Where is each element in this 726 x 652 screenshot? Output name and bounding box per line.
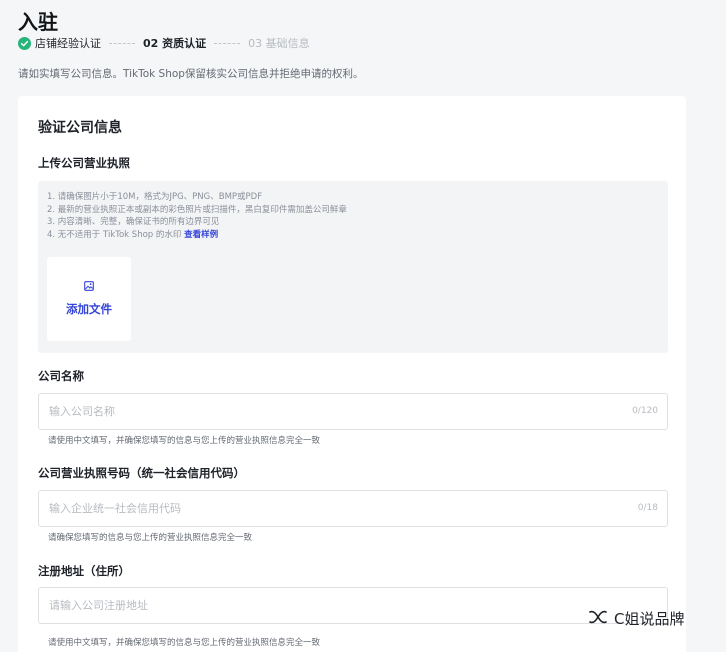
license-number-input[interactable] bbox=[49, 491, 609, 526]
upload-tip-text: 4. 无不适用于 TikTok Shop 的水印 bbox=[47, 229, 185, 240]
step-connector bbox=[109, 42, 135, 44]
upload-tip: 4. 无不适用于 TikTok Shop 的水印 查看样例 bbox=[47, 229, 347, 242]
upload-tip: 3. 内容清晰、完整，确保证书的所有边界可见 bbox=[47, 217, 220, 227]
step-connector bbox=[214, 42, 241, 44]
view-sample-link[interactable]: 查看样例 bbox=[184, 230, 218, 240]
address-label: 注册地址（住所） bbox=[38, 564, 130, 578]
step-label: 店铺经验认证 bbox=[35, 37, 101, 50]
license-upload-area: 1. 请确保图片小于10M，格式为JPG、PNG、BMP或PDF 2. 最新的营… bbox=[38, 181, 668, 353]
address-input[interactable] bbox=[49, 588, 609, 623]
upload-tips: 1. 请确保图片小于10M，格式为JPG、PNG、BMP或PDF 2. 最新的营… bbox=[47, 191, 347, 241]
address-field bbox=[38, 587, 668, 624]
add-file-button[interactable]: 添加文件 bbox=[47, 257, 131, 341]
intro-text: 请如实填写公司信息。TikTok Shop保留核实公司信息并拒绝申请的权利。 bbox=[18, 68, 364, 80]
char-counter: 0/120 bbox=[632, 406, 658, 416]
upload-tip: 2. 最新的营业执照正本或副本的彩色照片或扫描件，黑白复印件需加盖公司鲜章 bbox=[47, 204, 347, 215]
step-label: 03 基础信息 bbox=[248, 37, 310, 50]
page-title: 入驻 bbox=[18, 10, 58, 34]
watermark: C姐说品牌 bbox=[588, 608, 684, 629]
add-file-label: 添加文件 bbox=[66, 302, 112, 316]
license-number-field: 0/18 bbox=[38, 490, 668, 527]
company-name-field: 0/120 bbox=[38, 393, 668, 430]
step-label: 02 资质认证 bbox=[143, 37, 207, 50]
upload-tip: 1. 请确保图片小于10M，格式为JPG、PNG、BMP或PDF bbox=[47, 192, 263, 202]
license-number-hint: 请确保您填写的信息与您上传的营业执照信息完全一致 bbox=[48, 533, 253, 543]
company-name-input[interactable] bbox=[49, 394, 609, 429]
company-name-hint: 请使用中文填写，并确保您填写的信息与您上传的营业执照信息完全一致 bbox=[48, 436, 321, 446]
wechat-channel-icon bbox=[588, 609, 608, 629]
image-icon bbox=[84, 281, 94, 301]
watermark-text: C姐说品牌 bbox=[614, 610, 685, 628]
check-circle-icon bbox=[18, 36, 31, 50]
address-hint: 请使用中文填写，并确保您填写的信息与您上传的营业执照信息完全一致 bbox=[48, 638, 321, 648]
step-basic-info: 03 基础信息 bbox=[248, 35, 310, 51]
company-info-card: 验证公司信息 上传公司营业执照 1. 请确保图片小于10M，格式为JPG、PNG… bbox=[18, 96, 686, 652]
step-store-verification: 店铺经验认证 bbox=[18, 35, 101, 51]
step-qualification: 02 资质认证 bbox=[143, 35, 206, 51]
card-title: 验证公司信息 bbox=[38, 120, 122, 136]
char-counter: 0/18 bbox=[637, 503, 658, 513]
license-upload-label: 上传公司营业执照 bbox=[38, 156, 130, 170]
license-number-label: 公司营业执照号码（统一社会信用代码） bbox=[38, 466, 245, 480]
company-name-label: 公司名称 bbox=[38, 369, 84, 383]
step-indicator: 店铺经验认证 02 资质认证 03 基础信息 bbox=[18, 35, 310, 51]
